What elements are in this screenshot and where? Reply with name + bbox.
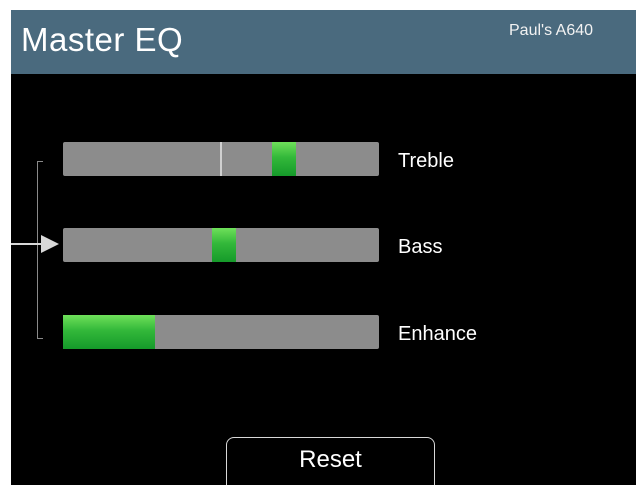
treble-label: Treble [398, 150, 454, 172]
arrow-right-icon [41, 235, 59, 253]
app-window: Master EQ Paul's A640 Treble Bass Enhanc… [11, 10, 636, 485]
treble-slider[interactable] [63, 142, 379, 176]
page-title: Master EQ [21, 21, 184, 58]
treble-slider-thumb[interactable] [272, 142, 297, 176]
bass-label: Bass [398, 236, 443, 258]
eq-panel: Treble Bass Enhance Reset [11, 74, 636, 485]
enhance-slider[interactable] [63, 315, 379, 349]
arrow-right-icon-line [11, 243, 43, 245]
enhance-slider-fill[interactable] [63, 315, 155, 349]
bass-slider-thumb[interactable] [212, 228, 237, 262]
reset-button[interactable]: Reset [226, 437, 435, 485]
bass-slider[interactable] [63, 228, 379, 262]
enhance-label: Enhance [398, 323, 477, 345]
treble-center-mark [220, 142, 222, 176]
device-name: Paul's A640 [509, 22, 594, 39]
header-bar: Master EQ Paul's A640 [11, 10, 636, 74]
